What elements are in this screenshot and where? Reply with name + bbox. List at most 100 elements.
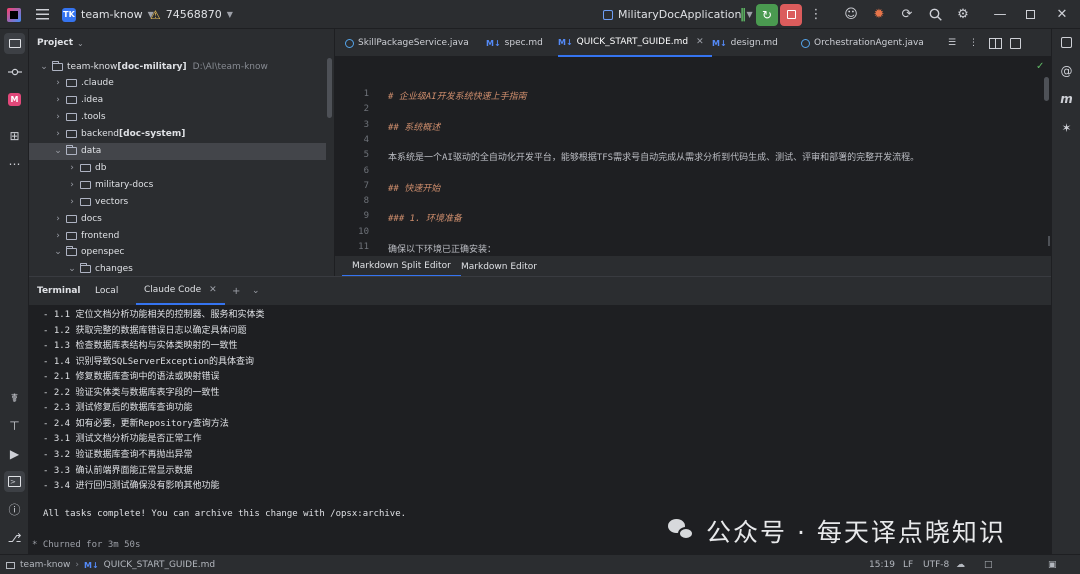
ai-assistant-icon[interactable]: ✹: [869, 0, 889, 29]
commit-icon[interactable]: [4, 61, 25, 82]
terminal-line: - 1.3 检查数据库表结构与实体类映射的一致性: [43, 341, 238, 352]
tree-item[interactable]: ⌄ changes: [29, 261, 334, 276]
problems-icon[interactable]: ⓘ: [4, 499, 25, 520]
new-tab-icon[interactable]: +: [232, 277, 240, 305]
line-ending[interactable]: LF: [903, 555, 913, 574]
project-switcher[interactable]: TK team-know ▼: [62, 0, 154, 29]
settings-icon[interactable]: ⚙: [953, 0, 973, 29]
close-icon[interactable]: ✕: [1052, 0, 1072, 29]
tab-markdown-editor[interactable]: Markdown Editor: [461, 256, 537, 277]
split-editor-icon[interactable]: [989, 29, 1002, 57]
build-icon[interactable]: ⊤: [4, 415, 25, 436]
chevron-right-icon[interactable]: ›: [67, 163, 77, 173]
line-number: 3: [363, 119, 369, 130]
warning-count: 74568870: [165, 8, 222, 21]
stop-icon[interactable]: [780, 0, 802, 29]
chevron-right-icon[interactable]: ›: [53, 214, 63, 224]
maximize-icon[interactable]: [1020, 0, 1040, 29]
chevron-right-icon[interactable]: ›: [53, 231, 63, 241]
chevron-right-icon[interactable]: ›: [67, 197, 77, 207]
debug-bug-icon[interactable]: ☤: [4, 387, 25, 408]
tab-markdown-split-editor[interactable]: Markdown Split Editor: [342, 256, 461, 277]
chevron-down-icon[interactable]: ⌄: [252, 277, 260, 305]
file-encoding[interactable]: UTF-8: [923, 555, 949, 574]
tree-item[interactable]: › docs: [29, 210, 334, 227]
breadcrumb[interactable]: team-know › M↓ QUICK_START_GUIDE.md: [6, 555, 215, 574]
terminal-line: - 1.2 获取完整的数据库错误日志以确定具体问题: [43, 325, 247, 336]
line-number: 4: [363, 134, 369, 145]
sync-icon[interactable]: ⟳: [897, 0, 917, 29]
tree-item[interactable]: › military-docs: [29, 176, 334, 193]
tree-item[interactable]: › frontend: [29, 227, 334, 244]
claude-icon[interactable]: ✶: [1056, 117, 1077, 138]
memory-indicator[interactable]: ▣: [1048, 555, 1057, 574]
tree-item-label: .tools: [81, 112, 106, 123]
inspection-ok-icon[interactable]: ✓: [1036, 61, 1044, 72]
app-logo-icon[interactable]: [7, 0, 21, 29]
tab-orchestration-agent[interactable]: OrchestrationAgent.java: [801, 29, 924, 57]
lock-icon[interactable]: ☁: [956, 555, 965, 574]
tree-item[interactable]: ⌄ openspec: [29, 244, 334, 261]
rerun-icon[interactable]: ↻: [756, 0, 778, 29]
plugin-icon[interactable]: M: [4, 89, 25, 110]
preview-icon[interactable]: [1010, 29, 1021, 57]
tab-spec-md[interactable]: M↓ spec.md: [486, 29, 543, 57]
markdown-tool-icon[interactable]: m: [1056, 88, 1077, 109]
chevron-right-icon[interactable]: ›: [53, 129, 63, 139]
tree-item[interactable]: › backend [doc-system]: [29, 126, 334, 143]
debug-icon[interactable]: ‖: [733, 0, 753, 29]
editor-scrollbar[interactable]: [1044, 77, 1049, 101]
warning-icon: ⚠: [150, 7, 161, 22]
run-config-selector[interactable]: MilitaryDocApplication ▼: [603, 0, 753, 29]
tab-design-md[interactable]: M↓ design.md: [712, 29, 778, 57]
services-icon[interactable]: ▶: [4, 443, 25, 464]
chevron-right-icon[interactable]: ›: [67, 180, 77, 190]
cursor-position[interactable]: 15:19: [869, 555, 895, 574]
folder-icon: [80, 180, 91, 189]
breadcrumb-project[interactable]: team-know: [20, 560, 70, 570]
chevron-down-icon[interactable]: ⌄: [53, 247, 63, 257]
tab-list-icon[interactable]: ☰: [948, 29, 956, 57]
hamburger-menu-icon[interactable]: [32, 0, 52, 29]
project-panel-header[interactable]: Project ⌄: [37, 29, 84, 57]
folder-icon: [66, 246, 77, 257]
notifications-icon[interactable]: [1056, 32, 1077, 53]
warnings-widget[interactable]: ⚠ 74568870 ▼: [150, 0, 233, 29]
tree-item[interactable]: › db: [29, 159, 334, 176]
tree-item[interactable]: › vectors: [29, 193, 334, 210]
tree-item[interactable]: › .idea: [29, 92, 334, 109]
add-user-icon[interactable]: ☺: [841, 0, 861, 29]
tree-item[interactable]: › .tools: [29, 109, 334, 126]
chevron-right-icon[interactable]: ›: [53, 95, 63, 105]
folder-icon[interactable]: [4, 33, 25, 54]
tree-item[interactable]: ⌄ data: [29, 142, 326, 160]
close-tab-icon[interactable]: ✕: [209, 285, 217, 295]
markdown-icon: M↓: [712, 38, 727, 48]
terminal-icon[interactable]: >: [4, 471, 25, 492]
chevron-down-icon[interactable]: ⌄: [39, 62, 49, 72]
git-icon[interactable]: ⎇: [4, 527, 25, 548]
tab-skill-package-service[interactable]: SkillPackageService.java: [345, 29, 469, 57]
minimize-icon[interactable]: —: [990, 0, 1010, 29]
close-tab-icon[interactable]: ✕: [696, 37, 704, 47]
chevron-down-icon[interactable]: ⌄: [67, 264, 77, 274]
search-icon[interactable]: [925, 0, 945, 29]
indent-icon[interactable]: □: [984, 555, 993, 574]
more-tools-icon[interactable]: ⋯: [4, 153, 25, 174]
structure-icon[interactable]: ⊞: [4, 125, 25, 146]
more-icon[interactable]: ⋮: [806, 0, 826, 29]
chevron-right-icon[interactable]: ›: [53, 112, 63, 122]
tab-quick-start-guide[interactable]: M↓ QUICK_START_GUIDE.md ✕: [558, 29, 712, 57]
project-scrollbar[interactable]: [327, 58, 332, 118]
chevron-right-icon[interactable]: ›: [53, 78, 63, 88]
tree-item[interactable]: ⌄ team-know [doc-military] D:\AI\team-know: [29, 58, 334, 75]
tree-item[interactable]: › .claude: [29, 75, 334, 92]
chevron-down-icon[interactable]: ⌄: [53, 146, 63, 156]
more-tabs-icon[interactable]: ⋮: [969, 29, 978, 57]
breadcrumb-file[interactable]: QUICK_START_GUIDE.md: [104, 560, 215, 570]
tab-local[interactable]: Local: [95, 277, 118, 305]
ai-chat-icon[interactable]: @: [1056, 60, 1077, 81]
project-name: team-know: [81, 8, 143, 21]
tab-claude-code[interactable]: Claude Code ✕: [136, 277, 225, 305]
tree-item-module: [doc-military]: [117, 61, 187, 72]
